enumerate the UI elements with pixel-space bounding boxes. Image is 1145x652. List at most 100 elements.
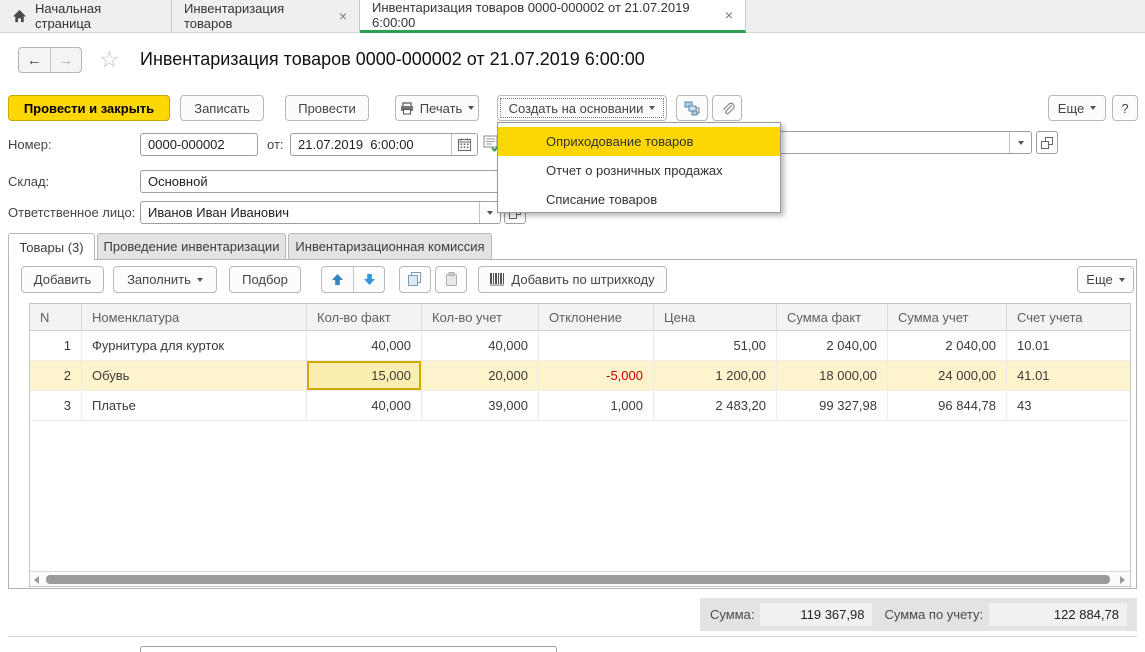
cell-nomenclature[interactable]: Платье	[82, 391, 307, 420]
scroll-left-icon[interactable]	[34, 576, 39, 584]
cell-qty-fact-selected[interactable]: 15,000	[307, 361, 422, 390]
date-input[interactable]: 21.07.2019 6:00:00	[291, 134, 451, 155]
table-row-selected[interactable]: 2 Обувь 15,000 20,000 -5,000 1 200,00 18…	[30, 361, 1130, 391]
horizontal-scrollbar[interactable]	[30, 571, 1130, 586]
comment-field-partial[interactable]	[140, 646, 557, 652]
barcode-icon	[490, 273, 505, 286]
column-header[interactable]: Кол-во факт	[307, 304, 422, 330]
create-based-on-button[interactable]: Создать на основании	[497, 95, 667, 121]
window-tab-bar: Начальная страница Инвентаризация товаро…	[0, 0, 1145, 33]
arrow-up-icon	[331, 273, 344, 286]
window-tab-list[interactable]: Инвентаризация товаров ×	[172, 0, 360, 32]
cell-sum-acc[interactable]: 2 040,00	[888, 331, 1007, 360]
move-up-button[interactable]	[322, 267, 353, 292]
close-icon[interactable]: ×	[725, 8, 733, 22]
add-row-button[interactable]: Добавить	[21, 266, 104, 293]
hierarchy-icon	[684, 100, 701, 116]
sum-label: Сумма:	[710, 607, 754, 622]
column-header[interactable]: Сумма факт	[777, 304, 888, 330]
column-header[interactable]: Кол-во учет	[422, 304, 539, 330]
forward-button[interactable]: →	[50, 48, 82, 72]
column-header[interactable]: Цена	[654, 304, 777, 330]
table-empty-area	[30, 421, 1130, 571]
cell-qty-acc[interactable]: 39,000	[422, 391, 539, 420]
scroll-right-icon[interactable]	[1120, 576, 1125, 584]
favorites-star-icon[interactable]: ☆	[99, 46, 120, 73]
add-by-barcode-button[interactable]: Добавить по штрихкоду	[478, 266, 667, 293]
cell-price[interactable]: 51,00	[654, 331, 777, 360]
cell-price[interactable]: 1 200,00	[654, 361, 777, 390]
cell-n[interactable]: 1	[30, 331, 82, 360]
more-button[interactable]: Еще	[1048, 95, 1106, 121]
back-button[interactable]: ←	[19, 48, 50, 72]
page-title: Инвентаризация товаров 0000-000002 от 21…	[140, 49, 645, 70]
calendar-icon	[458, 138, 471, 151]
menu-item-goods-receipt[interactable]: Оприходование товаров	[498, 127, 780, 156]
close-icon[interactable]: ×	[339, 9, 347, 23]
scrollbar-thumb[interactable]	[46, 575, 1110, 584]
caret-down-icon	[468, 106, 474, 110]
cell-sum-fact[interactable]: 18 000,00	[777, 361, 888, 390]
cell-qty-fact[interactable]: 40,000	[307, 391, 422, 420]
table-row[interactable]: 1 Фурнитура для курток 40,000 40,000 51,…	[30, 331, 1130, 361]
cell-sum-fact[interactable]: 2 040,00	[777, 331, 888, 360]
column-header[interactable]: N	[30, 304, 82, 330]
help-button[interactable]: ?	[1112, 95, 1138, 121]
copy-row-button[interactable]	[399, 266, 431, 293]
cell-qty-fact[interactable]: 40,000	[307, 331, 422, 360]
fill-button[interactable]: Заполнить	[113, 266, 217, 293]
post-button[interactable]: Провести	[285, 95, 369, 121]
cell-nomenclature[interactable]: Фурнитура для курток	[82, 331, 307, 360]
caret-down-icon	[197, 278, 203, 282]
tab-inventory-execution[interactable]: Проведение инвентаризации	[97, 233, 286, 259]
print-button[interactable]: Печать	[395, 95, 479, 121]
attachments-button[interactable]	[712, 95, 742, 121]
responsible-field[interactable]: Иванов Иван Иванович	[140, 201, 501, 224]
number-input[interactable]: 0000-000002	[140, 133, 258, 156]
calendar-button[interactable]	[451, 134, 477, 155]
responsible-input[interactable]: Иванов Иван Иванович	[141, 202, 479, 223]
cell-account[interactable]: 10.01	[1007, 331, 1130, 360]
window-tab-home[interactable]: Начальная страница	[0, 0, 172, 32]
cell-deviation[interactable]: 1,000	[539, 391, 654, 420]
cell-n[interactable]: 2	[30, 361, 82, 390]
column-header[interactable]: Сумма учет	[888, 304, 1007, 330]
date-field[interactable]: 21.07.2019 6:00:00	[290, 133, 478, 156]
cell-account[interactable]: 41.01	[1007, 361, 1130, 390]
window-tab-document[interactable]: Инвентаризация товаров 0000-000002 от 21…	[360, 0, 746, 33]
cell-deviation[interactable]	[539, 331, 654, 360]
tab-goods[interactable]: Товары (3)	[8, 233, 95, 260]
totals-bar: Сумма: 119 367,98 Сумма по учету: 122 88…	[700, 598, 1137, 631]
paste-row-button[interactable]	[435, 266, 467, 293]
cell-sum-fact[interactable]: 99 327,98	[777, 391, 888, 420]
tab-inventory-commission[interactable]: Инвентаризационная комиссия	[288, 233, 492, 259]
select-dropdown-button[interactable]	[1009, 132, 1031, 153]
menu-item-retail-sales-report[interactable]: Отчет о розничных продажах	[498, 156, 780, 185]
sum-acc-value: 122 884,78	[989, 603, 1127, 626]
pick-button[interactable]: Подбор	[229, 266, 301, 293]
cell-n[interactable]: 3	[30, 391, 82, 420]
cell-sum-acc[interactable]: 96 844,78	[888, 391, 1007, 420]
move-down-button[interactable]	[353, 267, 384, 292]
cell-nomenclature[interactable]: Обувь	[82, 361, 307, 390]
caret-down-icon	[487, 211, 493, 215]
column-header[interactable]: Счет учета	[1007, 304, 1130, 330]
form-bottom-divider	[8, 636, 1137, 637]
table-row[interactable]: 3 Платье 40,000 39,000 1,000 2 483,20 99…	[30, 391, 1130, 421]
warehouse-input[interactable]: Основной	[140, 170, 522, 193]
table-more-button[interactable]: Еще	[1077, 266, 1134, 293]
save-button[interactable]: Записать	[180, 95, 264, 121]
cell-account[interactable]: 43	[1007, 391, 1130, 420]
open-button[interactable]	[1036, 131, 1058, 154]
caret-down-icon	[649, 106, 655, 110]
post-and-close-button[interactable]: Провести и закрыть	[8, 95, 170, 121]
structure-links-button[interactable]	[676, 95, 708, 121]
column-header[interactable]: Номенклатура	[82, 304, 307, 330]
cell-price[interactable]: 2 483,20	[654, 391, 777, 420]
cell-deviation[interactable]: -5,000	[539, 361, 654, 390]
menu-item-goods-writeoff[interactable]: Списание товаров	[498, 185, 780, 214]
cell-qty-acc[interactable]: 20,000	[422, 361, 539, 390]
cell-qty-acc[interactable]: 40,000	[422, 331, 539, 360]
column-header[interactable]: Отклонение	[539, 304, 654, 330]
cell-sum-acc[interactable]: 24 000,00	[888, 361, 1007, 390]
